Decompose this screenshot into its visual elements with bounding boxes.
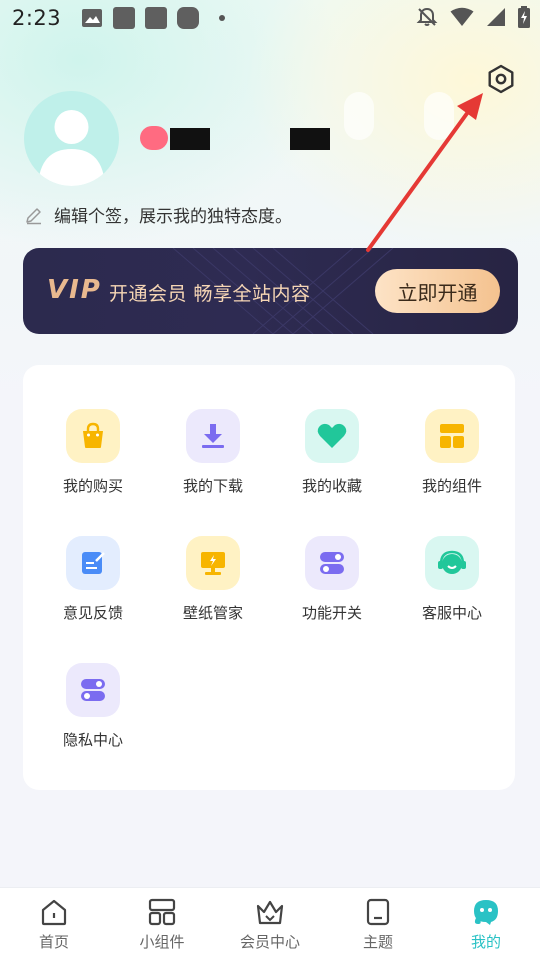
user-level-badge [140, 126, 168, 150]
home-icon [41, 899, 67, 926]
menu-item-label: 我的下载 [182, 477, 243, 495]
app-notification-icon [145, 7, 168, 29]
headset-icon [425, 536, 479, 590]
menu-item-widgets[interactable]: 我的组件 [402, 409, 502, 509]
username-redacted [290, 128, 330, 150]
menu-item-feature-switches[interactable]: 功能开关 [282, 536, 382, 636]
privacy-toggle-icon [66, 663, 120, 717]
menu-item-customer-service[interactable]: 客服中心 [402, 536, 502, 636]
widgets-icon [148, 898, 176, 926]
toggle-icon [305, 536, 359, 590]
app-notification-icon [113, 7, 136, 29]
menu-item-label: 功能开关 [301, 604, 362, 622]
app-notification-icon [177, 7, 200, 29]
menu-item-label: 我的收藏 [301, 477, 362, 495]
widget-icon [425, 409, 479, 463]
feedback-icon [66, 536, 120, 590]
bottom-navigation: 首页 小组件 会员中心 主题 我的 [0, 887, 540, 960]
status-time: 2:23 [12, 6, 62, 30]
menu-item-downloads[interactable]: 我的下载 [163, 409, 263, 509]
menu-item-wallpaper-manager[interactable]: 壁纸管家 [163, 536, 263, 636]
image-notification-icon [82, 9, 103, 27]
menu-item-label: 我的购买 [62, 477, 123, 495]
heart-icon [305, 409, 359, 463]
nav-label: 我的 [470, 933, 501, 951]
crown-icon [256, 900, 284, 925]
nav-themes[interactable]: 主题 [324, 888, 432, 960]
menu-item-privacy-center[interactable]: 隐私中心 [43, 663, 143, 763]
settings-button[interactable] [483, 61, 519, 97]
signature-editor[interactable]: 编辑个签，展示我的独特态度。 [24, 202, 292, 227]
nav-widgets[interactable]: 小组件 [108, 888, 216, 960]
status-bar: 2:23 [0, 0, 540, 36]
phone-theme-icon [366, 898, 390, 926]
nav-label: 首页 [38, 933, 69, 951]
battery-charging-icon [518, 6, 530, 28]
header-decoration [424, 92, 454, 140]
menu-item-label: 我的组件 [421, 477, 482, 495]
notification-icons [81, 7, 226, 29]
feature-menu: 我的购买 我的下载 我的收藏 我的组件 意见反馈 壁纸管家 功能开关 客服中心 … [23, 365, 515, 790]
wifi-icon [450, 7, 474, 26]
signal-icon [487, 8, 505, 26]
vip-promo-text: 开通会员 畅享全站内容 [109, 283, 311, 305]
nav-mine[interactable]: 我的 [432, 888, 540, 960]
menu-item-label: 隐私中心 [62, 731, 123, 749]
download-icon [186, 409, 240, 463]
settings-icon [488, 64, 514, 94]
menu-item-label: 壁纸管家 [182, 604, 243, 622]
system-status-icons [416, 6, 530, 28]
do-not-disturb-icon [416, 7, 438, 26]
signature-text: 编辑个签，展示我的独特态度。 [54, 207, 292, 227]
wallpaper-icon [186, 536, 240, 590]
nav-label: 主题 [362, 933, 393, 951]
nav-member-center[interactable]: 会员中心 [216, 888, 324, 960]
username-redacted [170, 128, 210, 150]
menu-item-favorites[interactable]: 我的收藏 [282, 409, 382, 509]
default-avatar-icon [38, 110, 105, 186]
nav-label: 会员中心 [239, 933, 300, 951]
vip-banner[interactable]: VIP 开通会员 畅享全站内容 立即开通 [23, 248, 518, 334]
mascot-icon [474, 900, 498, 925]
more-notifications-dot-icon [219, 15, 226, 21]
nav-label: 小组件 [139, 933, 185, 951]
shopping-bag-icon [66, 409, 120, 463]
edit-pencil-icon [26, 207, 41, 224]
nav-home[interactable]: 首页 [0, 888, 108, 960]
open-vip-button[interactable]: 立即开通 [375, 269, 500, 313]
menu-item-label: 意见反馈 [62, 604, 123, 622]
avatar[interactable] [24, 91, 119, 186]
menu-item-purchases[interactable]: 我的购买 [43, 409, 143, 509]
menu-item-feedback[interactable]: 意见反馈 [43, 536, 143, 636]
vip-logo: VIP [47, 275, 102, 305]
header-decoration [344, 92, 374, 140]
menu-item-label: 客服中心 [421, 604, 482, 622]
